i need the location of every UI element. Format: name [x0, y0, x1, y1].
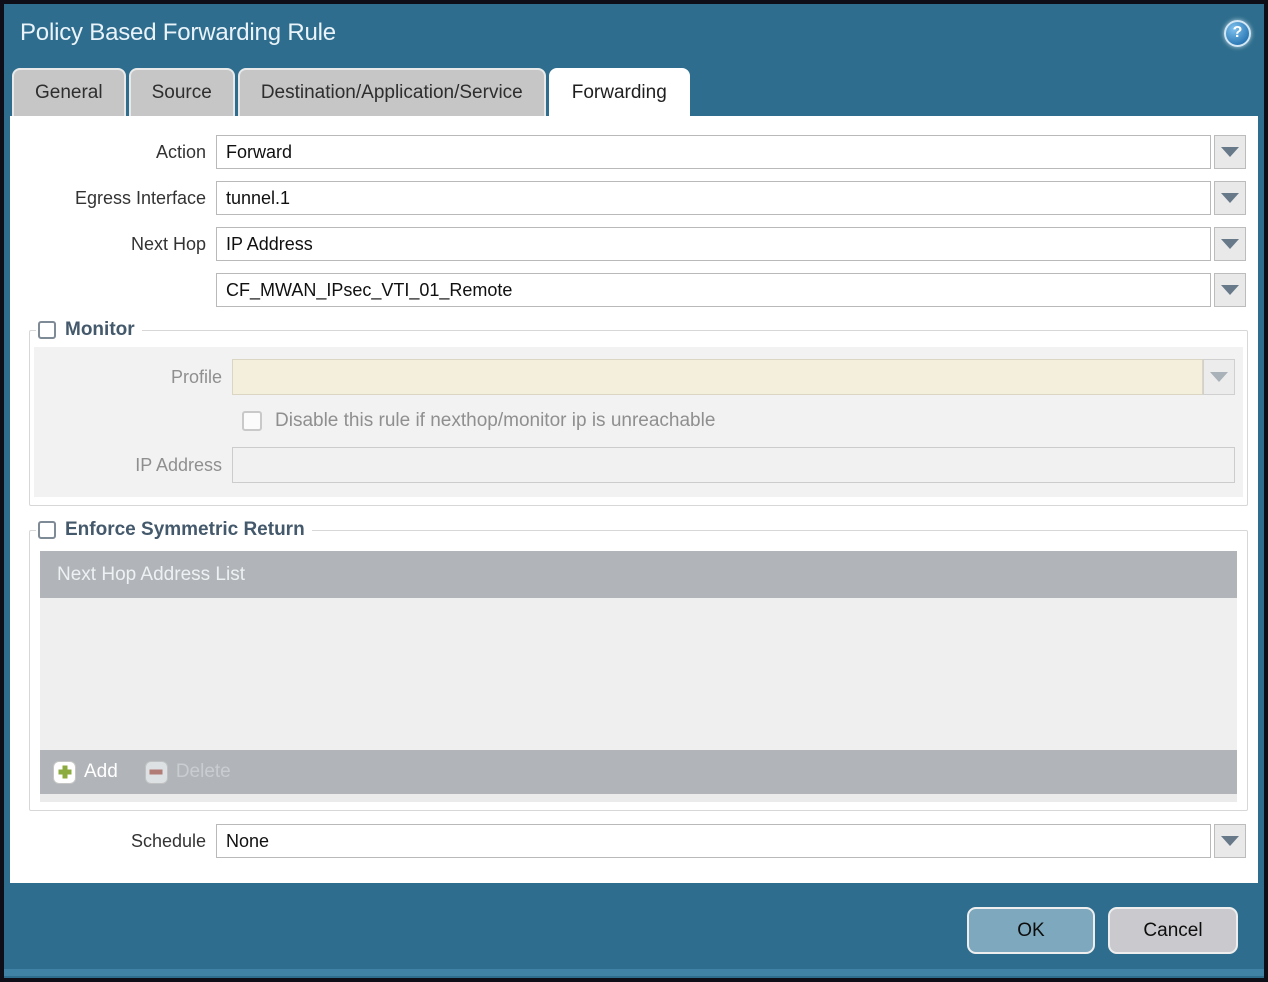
- add-button[interactable]: Add: [53, 760, 118, 784]
- egress-interface-value[interactable]: tunnel.1: [216, 181, 1211, 215]
- monitor-section: Monitor Profile Disable this rule if nex…: [29, 319, 1248, 506]
- forwarding-tab-content: Action Forward Egress Interface tunnel.1…: [10, 116, 1258, 883]
- schedule-label: Schedule: [130, 830, 206, 851]
- next-hop-address-dropdown-button[interactable]: [1214, 273, 1246, 307]
- profile-dropdown: [232, 359, 1235, 395]
- chevron-down-icon: [1210, 372, 1228, 382]
- disable-rule-checkbox: [242, 411, 262, 431]
- symmetric-return-legend-label: Enforce Symmetric Return: [65, 519, 305, 540]
- next-hop-address-row: CF_MWAN_IPsec_VTI_01_Remote: [10, 273, 1246, 307]
- monitor-ip-address-label: IP Address: [135, 454, 222, 475]
- add-icon: [53, 760, 76, 784]
- monitor-panel: Profile Disable this rule if nexthop/mon…: [34, 347, 1243, 497]
- table-header: Next Hop Address List: [40, 551, 1237, 598]
- tab-destination-application-service[interactable]: Destination/Application/Service: [237, 68, 546, 116]
- table-body[interactable]: [40, 598, 1237, 750]
- action-dropdown-button[interactable]: [1214, 135, 1246, 169]
- chevron-down-icon: [1221, 239, 1239, 249]
- monitor-ip-address-value: [232, 447, 1235, 483]
- dialog-title: Policy Based Forwarding Rule: [20, 19, 336, 46]
- add-button-label: Add: [84, 761, 118, 782]
- delete-icon: [144, 760, 168, 784]
- monitor-ip-address-row: IP Address: [34, 447, 1243, 483]
- next-hop-type-dropdown-button[interactable]: [1214, 227, 1246, 261]
- tab-general[interactable]: General: [12, 68, 126, 116]
- profile-dropdown-button: [1203, 359, 1235, 395]
- next-hop-address-value[interactable]: CF_MWAN_IPsec_VTI_01_Remote: [216, 273, 1211, 307]
- next-hop-address-table: Next Hop Address List Add Delete: [40, 551, 1237, 794]
- next-hop-type-value[interactable]: IP Address: [216, 227, 1211, 261]
- profile-value: [232, 359, 1203, 395]
- symmetric-return-section: Enforce Symmetric Return Next Hop Addres…: [29, 519, 1248, 811]
- next-hop-address-dropdown: CF_MWAN_IPsec_VTI_01_Remote: [216, 273, 1246, 307]
- disable-rule-label: Disable this rule if nexthop/monitor ip …: [275, 410, 716, 431]
- monitor-ip-address-ctrl: [232, 447, 1235, 483]
- cancel-button[interactable]: Cancel: [1108, 907, 1238, 954]
- action-row: Action Forward: [10, 135, 1246, 169]
- delete-button-label: Delete: [175, 761, 231, 782]
- dialog-title-bar: Policy Based Forwarding Rule ?: [4, 4, 1264, 62]
- next-hop-label: Next Hop: [130, 233, 206, 254]
- next-hop-row: Next Hop IP Address: [10, 227, 1246, 261]
- egress-interface-dropdown: tunnel.1: [216, 181, 1246, 215]
- chevron-down-icon: [1221, 147, 1239, 157]
- monitor-legend-label: Monitor: [65, 319, 135, 340]
- monitor-legend: Monitor: [36, 319, 142, 341]
- schedule-row: Schedule None: [10, 824, 1246, 858]
- monitor-checkbox[interactable]: [38, 321, 56, 339]
- chevron-down-icon: [1221, 193, 1239, 203]
- table-bottom-strip: [40, 794, 1237, 802]
- schedule-value[interactable]: None: [216, 824, 1211, 858]
- next-hop-type-dropdown: IP Address: [216, 227, 1246, 261]
- action-label: Action: [155, 141, 206, 162]
- action-value[interactable]: Forward: [216, 135, 1211, 169]
- action-dropdown: Forward: [216, 135, 1246, 169]
- egress-interface-label: Egress Interface: [74, 187, 206, 208]
- chevron-down-icon: [1221, 836, 1239, 846]
- table-header-label: Next Hop Address List: [57, 563, 245, 585]
- egress-interface-dropdown-button[interactable]: [1214, 181, 1246, 215]
- ok-button[interactable]: OK: [967, 907, 1095, 954]
- symmetric-return-legend: Enforce Symmetric Return: [36, 519, 312, 541]
- table-footer: Add Delete: [40, 750, 1237, 794]
- profile-row: Profile: [34, 359, 1243, 395]
- disable-rule-row: Disable this rule if nexthop/monitor ip …: [242, 410, 1243, 432]
- egress-interface-row: Egress Interface tunnel.1: [10, 181, 1246, 215]
- symmetric-return-checkbox[interactable]: [38, 521, 56, 539]
- dialog-footer: OK Cancel: [4, 883, 1264, 978]
- policy-based-forwarding-dialog: Policy Based Forwarding Rule ? General S…: [0, 0, 1268, 982]
- delete-button: Delete: [144, 760, 231, 784]
- window-bottom-highlight: [4, 969, 1264, 976]
- tab-bar: General Source Destination/Application/S…: [4, 62, 1264, 116]
- tab-forwarding[interactable]: Forwarding: [548, 68, 690, 116]
- help-icon[interactable]: ?: [1224, 19, 1251, 47]
- profile-label: Profile: [170, 366, 222, 387]
- tab-source[interactable]: Source: [128, 68, 235, 116]
- schedule-dropdown: None: [216, 824, 1246, 858]
- schedule-dropdown-button[interactable]: [1214, 824, 1246, 858]
- chevron-down-icon: [1221, 285, 1239, 295]
